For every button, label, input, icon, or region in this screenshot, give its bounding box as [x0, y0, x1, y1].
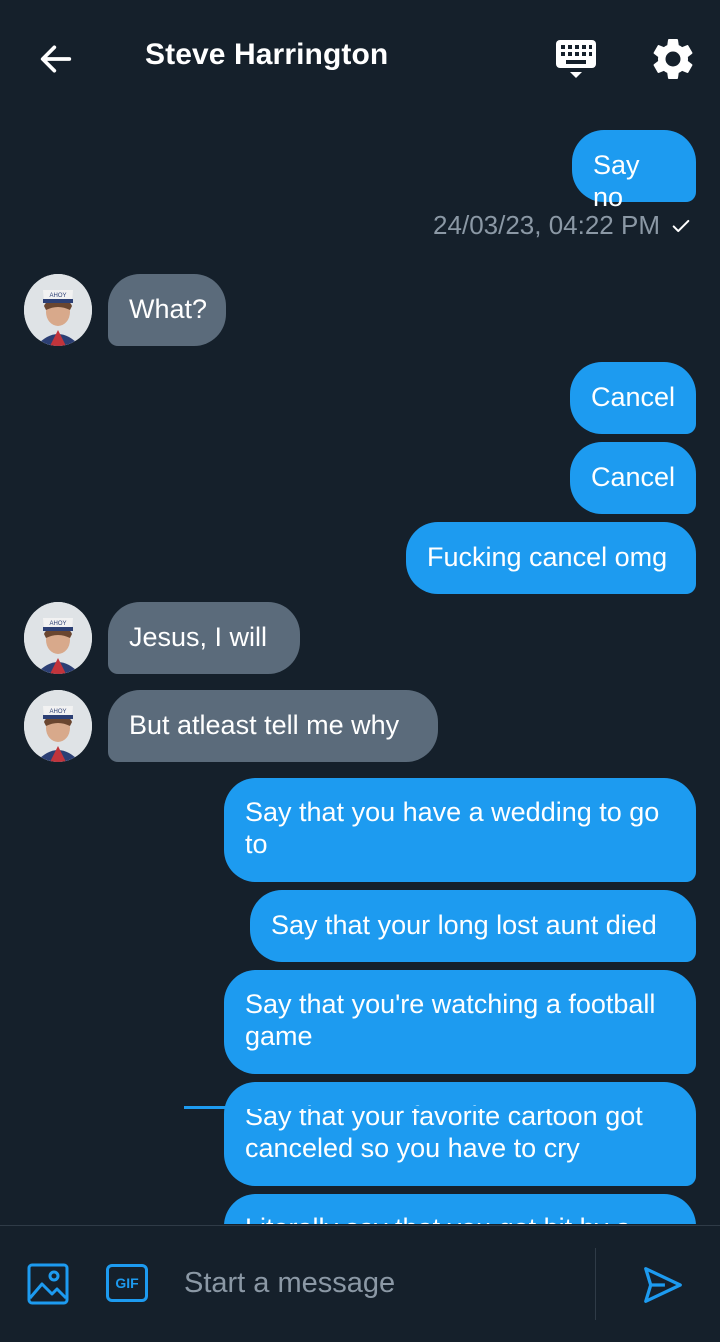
message-bubble-outgoing[interactable]: Literally say that you got bit by a [224, 1194, 696, 1224]
message-bubble-incoming[interactable]: But atleast tell me why [108, 690, 438, 762]
message-text: Say that your favorite cartoon got cance… [245, 1101, 643, 1163]
message-bubble-outgoing[interactable]: Say that your long lost aunt died [250, 890, 696, 962]
gear-icon [653, 38, 693, 79]
message-thread[interactable]: Say no 24/03/23, 04:22 PM AHOY What? Can… [0, 116, 720, 1224]
message-text: Cancel [591, 382, 676, 412]
svg-text:AHOY: AHOY [49, 293, 66, 299]
message-text: What? [129, 294, 208, 324]
message-text: Literally say that you got bit by a [245, 1213, 631, 1224]
message-bubble-outgoing[interactable]: Cancel [570, 442, 696, 514]
message-bubble-outgoing[interactable]: Say that you're watching a football game [224, 970, 696, 1074]
message-text: Fucking cancel omg [427, 542, 668, 572]
message-bubble-incoming[interactable]: Jesus, I will [108, 602, 300, 674]
message-text: Cancel [591, 462, 676, 492]
composer-divider [595, 1248, 596, 1320]
back-arrow-icon [40, 45, 72, 73]
gif-button[interactable]: GIF [106, 1264, 148, 1302]
gif-label: GIF [115, 1275, 139, 1291]
avatar[interactable]: AHOY [24, 274, 92, 346]
top-bar: Steve Harrington [0, 0, 720, 116]
add-photo-button[interactable] [26, 1262, 70, 1306]
timestamp-text: 24/03/23, 04:22 PM [433, 210, 660, 240]
message-text: Say no [593, 150, 640, 212]
contact-avatar-icon: AHOY [24, 690, 92, 762]
send-icon [644, 1267, 682, 1303]
avatar[interactable]: AHOY [24, 690, 92, 762]
svg-text:AHOY: AHOY [49, 709, 66, 715]
send-button[interactable] [640, 1262, 686, 1308]
message-bubble-outgoing[interactable]: Say that your favorite cartoon got cance… [224, 1082, 696, 1186]
back-button[interactable] [30, 34, 82, 84]
message-timestamp: 24/03/23, 04:22 PM [433, 210, 692, 241]
message-bubble-outgoing[interactable]: Say no [572, 130, 696, 212]
conversation-title[interactable]: Steve Harrington [145, 38, 388, 72]
contact-avatar-icon: AHOY [24, 274, 92, 346]
message-bubble-outgoing[interactable]: Cancel [570, 362, 696, 434]
message-text: Say that you're watching a football game [245, 989, 656, 1051]
contact-avatar-icon: AHOY [24, 602, 92, 674]
message-text: Say that you have a wedding to go to [245, 797, 660, 859]
svg-text:AHOY: AHOY [49, 621, 66, 627]
message-bubble-outgoing[interactable]: Say that you have a wedding to go to [224, 778, 696, 882]
message-bubble-incoming[interactable]: What? [108, 274, 226, 346]
settings-button[interactable] [648, 34, 698, 84]
message-text: Jesus, I will [129, 622, 268, 652]
message-text: But atleast tell me why [129, 710, 400, 740]
keyboard-icon [556, 40, 596, 78]
check-icon [672, 219, 690, 232]
message-input[interactable] [184, 1258, 556, 1308]
image-icon [27, 1263, 69, 1305]
message-composer: GIF [0, 1225, 720, 1342]
message-text: Say that your long lost aunt died [271, 910, 657, 940]
message-bubble-outgoing[interactable]: Fucking cancel omg [406, 522, 696, 594]
avatar[interactable]: AHOY [24, 602, 92, 674]
keyboard-toggle-button[interactable] [552, 36, 602, 82]
input-focus-underline [184, 1106, 556, 1109]
